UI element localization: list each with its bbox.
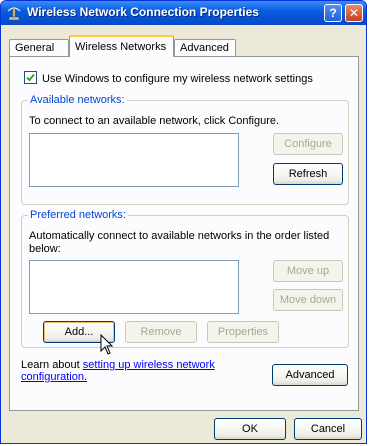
use-windows-checkbox[interactable] <box>24 71 37 84</box>
help-button[interactable]: ? <box>324 4 342 22</box>
refresh-button[interactable]: Refresh <box>273 163 343 185</box>
title-bar[interactable]: Wireless Network Connection Properties ?… <box>1 1 366 25</box>
learn-about-prefix: Learn about <box>21 359 83 371</box>
configure-button[interactable]: Configure <box>273 133 343 155</box>
ok-button[interactable]: OK <box>214 418 286 440</box>
learn-more-link-line2[interactable]: configuration. <box>21 371 87 383</box>
learn-about-text: Learn about setting up wireless network … <box>21 359 215 383</box>
use-windows-label: Use Windows to configure my wireless net… <box>42 73 313 85</box>
preferred-networks-group: Preferred networks: Automatically connec… <box>21 209 349 348</box>
available-networks-info: To connect to an available network, clic… <box>29 115 280 127</box>
properties-dialog: Wireless Network Connection Properties ?… <box>0 0 367 444</box>
wireless-networks-panel: Use Windows to configure my wireless net… <box>9 56 359 411</box>
preferred-networks-list[interactable] <box>29 260 239 314</box>
available-networks-list[interactable] <box>29 133 239 187</box>
mouse-pointer-icon <box>100 333 114 359</box>
move-up-button[interactable]: Move up <box>273 260 343 282</box>
close-button[interactable]: ✕ <box>345 4 363 22</box>
available-networks-group: Available networks: To connect to an ava… <box>21 94 349 205</box>
tab-wireless-networks[interactable]: Wireless Networks <box>69 35 174 57</box>
tab-advanced[interactable]: Advanced <box>174 39 236 56</box>
available-networks-legend: Available networks: <box>28 94 127 106</box>
window-title: Wireless Network Connection Properties <box>27 5 259 19</box>
move-down-button[interactable]: Move down <box>273 289 343 311</box>
tab-strip: General Wireless Networks Advanced <box>9 35 359 57</box>
preferred-networks-legend: Preferred networks: <box>28 209 128 221</box>
remove-button[interactable]: Remove <box>125 321 197 343</box>
network-connection-icon <box>6 5 22 21</box>
tab-general[interactable]: General <box>9 39 69 56</box>
preferred-networks-info-line2: below: <box>29 243 61 255</box>
cancel-button[interactable]: Cancel <box>294 418 362 440</box>
preferred-networks-info-line1: Automatically connect to available netwo… <box>29 230 330 242</box>
learn-more-link-line1[interactable]: setting up wireless network <box>83 359 215 371</box>
checkmark-icon <box>26 73 35 82</box>
advanced-button[interactable]: Advanced <box>272 364 348 386</box>
properties-button[interactable]: Properties <box>207 321 279 343</box>
use-windows-option[interactable]: Use Windows to configure my wireless net… <box>24 71 313 85</box>
